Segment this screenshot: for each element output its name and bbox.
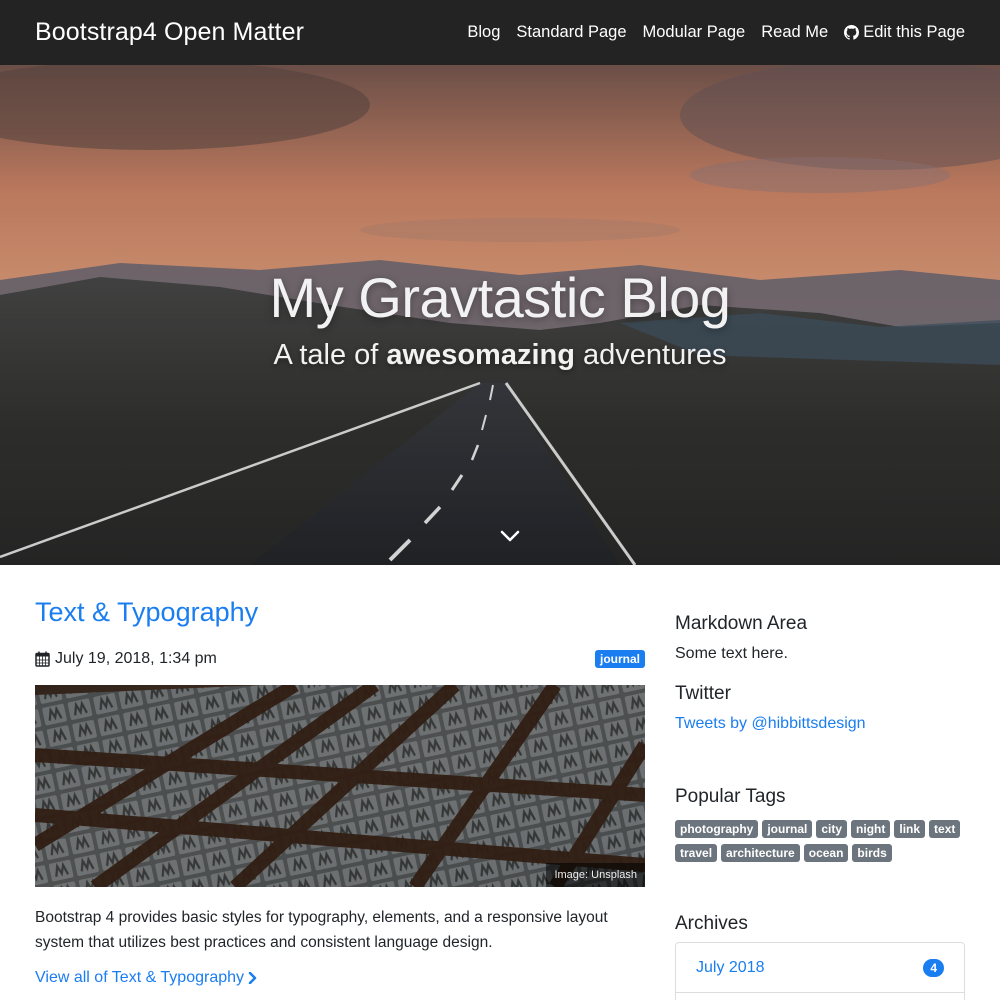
tag-birds[interactable]: birds: [852, 844, 892, 862]
post-title-link[interactable]: Text & Typography: [35, 597, 258, 628]
chevron-down-icon[interactable]: [500, 529, 520, 543]
post-date: July 19, 2018, 1:34 pm: [55, 650, 217, 667]
nav-link-standard-page[interactable]: Standard Page: [516, 23, 626, 42]
markdown-area-text: Some text here.: [675, 645, 788, 662]
hero-subtitle-prefix: A tale of: [273, 339, 387, 371]
chevron-right-icon: [248, 972, 257, 984]
tag-text[interactable]: text: [929, 820, 961, 838]
nav-link-edit-page[interactable]: Edit this Page: [844, 23, 965, 42]
edit-page-label: Edit this Page: [863, 23, 965, 41]
nav-link-modular-page[interactable]: Modular Page: [643, 23, 746, 42]
tag-city[interactable]: city: [816, 820, 848, 838]
tag-night[interactable]: night: [851, 820, 891, 838]
archive-count-badge: 4: [923, 958, 944, 977]
tag-photography[interactable]: photography: [675, 820, 759, 838]
read-more-link[interactable]: View all of Text & Typography: [35, 969, 257, 987]
twitter-heading: Twitter: [675, 683, 731, 704]
popular-tags-heading: Popular Tags: [675, 786, 786, 807]
tag-architecture[interactable]: architecture: [721, 844, 800, 862]
archive-label: July 2018: [696, 958, 765, 976]
post-image[interactable]: Image: Unsplash: [35, 685, 645, 887]
post-meta: July 19, 2018, 1:34 pm journal: [35, 648, 645, 670]
category-badge[interactable]: journal: [594, 650, 645, 668]
calendar-icon: [35, 651, 50, 667]
hero-subtitle-suffix: adventures: [574, 339, 727, 371]
read-more-label: View all of Text & Typography: [35, 969, 245, 986]
image-credit: Image: Unsplash: [546, 863, 645, 887]
github-icon: [844, 25, 860, 40]
hero-title: My Gravtastic Blog: [269, 266, 731, 329]
hero-subtitle: A tale of awesomazing adventures: [0, 339, 1000, 372]
nav-menu: Blog Standard Page Modular Page Read Me …: [467, 23, 965, 42]
tag-ocean[interactable]: ocean: [803, 844, 849, 862]
twitter-timeline-link[interactable]: Tweets by @hibbittsdesign: [675, 715, 866, 733]
hero-banner: My Gravtastic Blog A tale of awesomazing…: [0, 65, 1000, 565]
nav-link-read-me[interactable]: Read Me: [761, 23, 828, 42]
archive-item-july-2018[interactable]: July 2018 4: [676, 943, 964, 993]
tag-link[interactable]: link: [894, 820, 926, 838]
nav-link-blog[interactable]: Blog: [467, 23, 500, 42]
site-brand[interactable]: Bootstrap4 Open Matter: [35, 18, 304, 47]
archives-heading: Archives: [675, 913, 748, 934]
tag-journal[interactable]: journal: [762, 820, 813, 838]
navbar: Bootstrap4 Open Matter Blog Standard Pag…: [0, 0, 1000, 65]
type-case-image: [35, 685, 645, 887]
archives-list: July 2018 4: [675, 942, 965, 1000]
hero-subtitle-emphasis: awesomazing: [386, 339, 575, 371]
markdown-area-heading: Markdown Area: [675, 613, 808, 634]
tag-travel[interactable]: travel: [675, 844, 718, 862]
post-excerpt: Bootstrap 4 provides basic styles for ty…: [35, 909, 608, 951]
tag-cloud: photography journal city night link text…: [675, 820, 965, 862]
